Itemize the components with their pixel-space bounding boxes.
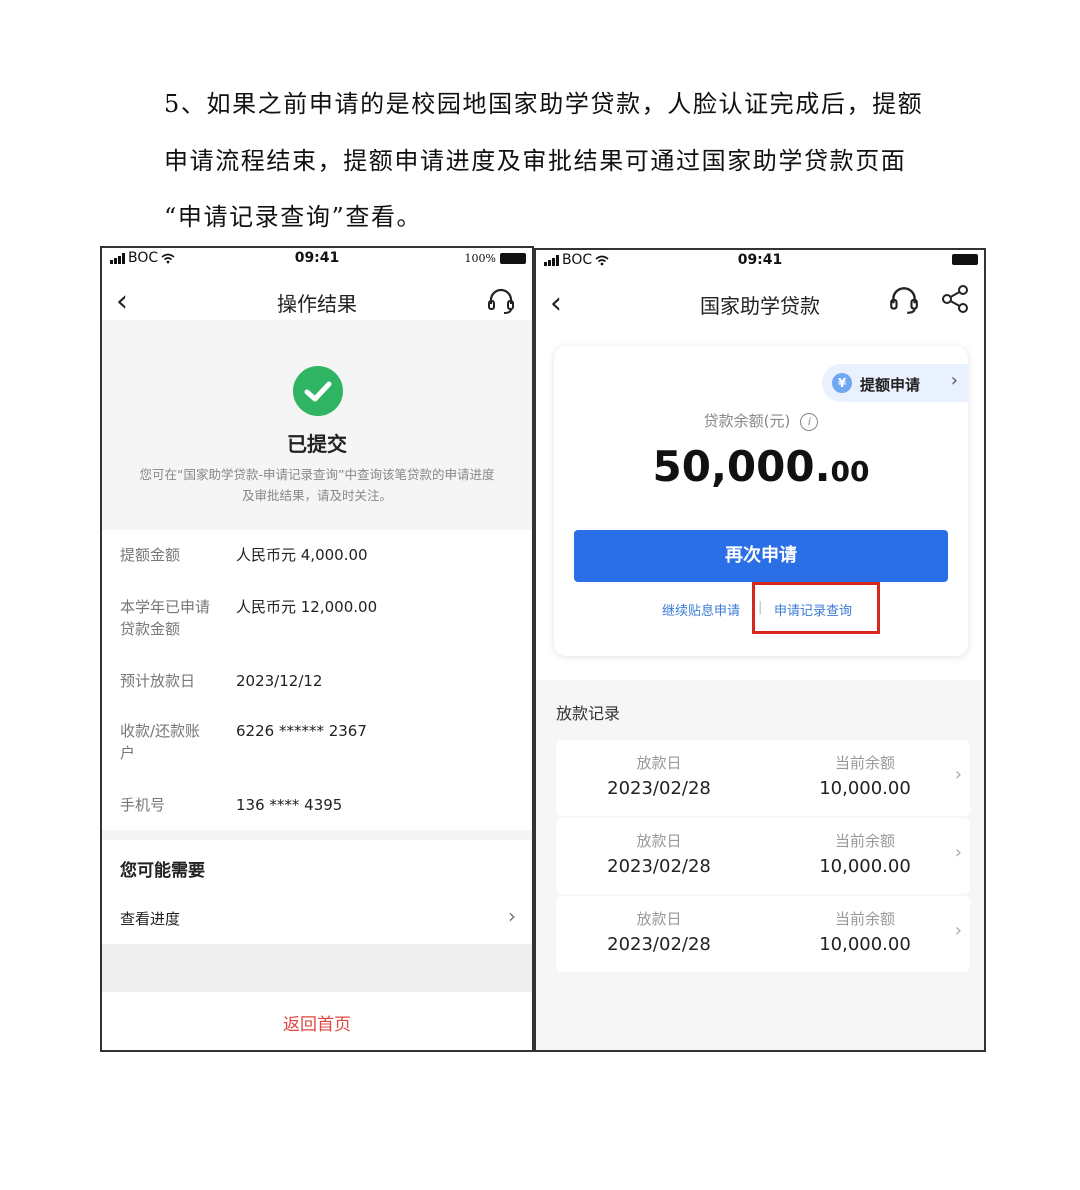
balance-amount: 50,000.00 (554, 442, 968, 491)
check-circle-icon (293, 366, 343, 416)
detail-value: 人民币元 4,000.00 (236, 546, 368, 564)
record-date: 2023/02/28 (607, 856, 711, 877)
section-title: 您可能需要 (120, 861, 205, 881)
record-balance: 10,000.00 (819, 856, 911, 877)
record-date: 2023/02/28 (607, 778, 711, 799)
status-bar: BOC 09:41 (536, 250, 984, 272)
reapply-button[interactable]: 再次申请 (574, 530, 948, 582)
detail-label: 预计放款日 (120, 672, 196, 690)
record-balance: 10,000.00 (819, 778, 911, 799)
detail-value: 2023/12/12 (236, 672, 323, 690)
view-progress-row[interactable]: 查看进度 › (102, 896, 532, 940)
detail-value: 人民币元 12,000.00 (236, 598, 378, 616)
battery-icon (952, 254, 978, 265)
chevron-right-icon: › (954, 842, 962, 863)
instruction-line-2: 申请流程结束，提额申请进度及审批结果可通过国家助学贷款页面 (164, 147, 907, 175)
record-balance: 10,000.00 (819, 934, 911, 955)
balance-integer: 50,000. (652, 442, 831, 491)
balance-decimal: 00 (830, 455, 870, 488)
battery (952, 254, 978, 265)
battery-icon (500, 253, 526, 264)
yen-icon: ¥ (832, 373, 852, 393)
detail-label: 本学年已申请贷款金额 (120, 598, 211, 638)
detail-label: 手机号 (120, 796, 166, 814)
section-divider (102, 830, 532, 840)
instruction-line-3: “申请记录查询”查看。 (164, 203, 423, 231)
detail-panel: 提额金额 人民币元 4,000.00 本学年已申请贷款金额 人民币元 12,00… (102, 530, 532, 830)
info-icon[interactable]: i (800, 412, 819, 431)
balance-label: 贷款余额(元) i (554, 410, 968, 431)
status-bar: BOC 09:41 100% (102, 248, 532, 270)
nav-bar: ‹ 操作结果 (102, 276, 532, 326)
chevron-right-icon: › (508, 904, 516, 928)
instruction-line-1: 5、如果之前申请的是校园地国家助学贷款，人脸认证完成后，提额 (164, 90, 924, 118)
subsidy-application-link[interactable]: 继续贴息申请 (662, 600, 740, 619)
highlight-box (752, 582, 880, 634)
record-item[interactable]: 放款日 2023/02/28 当前余额 10,000.00 › (556, 740, 970, 816)
page-title: 操作结果 (277, 292, 357, 316)
view-progress-label: 查看进度 (120, 910, 181, 928)
record-date-label: 放款日 (636, 754, 682, 772)
record-balance-label: 当前余额 (834, 754, 895, 772)
headset-icon[interactable] (888, 284, 920, 316)
share-icon[interactable] (940, 284, 970, 314)
chevron-right-icon: › (950, 370, 958, 391)
raise-limit-button[interactable]: ¥ 提额申请 › (822, 364, 968, 402)
chevron-right-icon: › (954, 920, 962, 941)
headset-icon[interactable] (486, 286, 516, 316)
balance-label-text: 贷款余额(元) (703, 412, 791, 430)
record-date: 2023/02/28 (607, 934, 711, 955)
detail-value: 6226 ****** 2367 (236, 722, 367, 740)
raise-limit-label: 提额申请 (860, 376, 921, 394)
record-balance-label: 当前余额 (834, 832, 895, 850)
detail-label: 提额金额 (120, 546, 181, 564)
record-date-label: 放款日 (636, 832, 682, 850)
loan-balance-card: ¥ 提额申请 › 贷款余额(元) i 50,000.00 再次申请 继续贴息申请 … (554, 346, 968, 656)
record-item[interactable]: 放款日 2023/02/28 当前余额 10,000.00 › (556, 896, 970, 972)
return-home-button[interactable]: 返回首页 (102, 1010, 532, 1035)
clock: 09:41 (737, 252, 783, 268)
record-item[interactable]: 放款日 2023/02/28 当前余额 10,000.00 › (556, 818, 970, 894)
nav-actions (888, 284, 970, 316)
detail-value: 136 **** 4395 (236, 796, 343, 814)
battery: 100% (465, 252, 526, 265)
result-screen: BOC 09:41 100% ‹ 操作结果 已提交 您可在“国家助学贷款-申请记… (100, 246, 534, 1052)
success-title: 已提交 (287, 432, 347, 456)
chevron-right-icon: › (954, 764, 962, 785)
battery-percent: 100% (464, 252, 496, 265)
loan-screen: BOC 09:41 ‹ 国家助学贷款 ¥ 提额申请 › 贷款余额(元) i 50… (534, 248, 986, 1052)
spacer (102, 944, 532, 992)
detail-label: 收款/还款账户 (120, 722, 201, 762)
record-balance-label: 当前余额 (834, 910, 895, 928)
record-date-label: 放款日 (636, 910, 682, 928)
success-description: 您可在“国家助学贷款-申请记录查询”中查询该笔贷款的申请进度及审批结果，请及时关… (139, 467, 495, 503)
records-title: 放款记录 (556, 704, 621, 723)
